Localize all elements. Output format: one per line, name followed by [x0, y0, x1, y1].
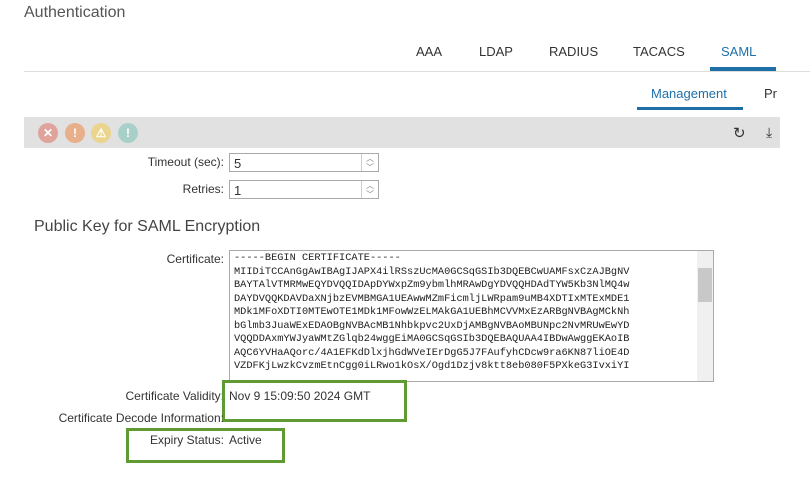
retries-label: Retries: [182, 182, 224, 196]
tab-tacacs[interactable]: TACACS [633, 44, 685, 59]
validity-label: Certificate Validity: [125, 389, 224, 403]
certificate-text: -----BEGIN CERTIFICATE----- MIIDiTCCAnGg… [234, 252, 630, 372]
refresh-icon[interactable]: ↻ [733, 124, 746, 142]
highlight-box-validity [222, 380, 407, 422]
timeout-value: 5 [234, 156, 242, 171]
timeout-stepper[interactable]: ︿ ﹀ [361, 154, 378, 172]
certificate-label: Certificate: [166, 252, 224, 266]
info-filter-icon[interactable]: ! [118, 123, 138, 143]
certificate-textarea[interactable]: -----BEGIN CERTIFICATE----- MIIDiTCCAnGg… [229, 250, 714, 382]
timeout-input[interactable]: 5 ︿ ﹀ [229, 153, 379, 172]
subtab-truncated[interactable]: Pr [764, 86, 777, 101]
error-filter-icon[interactable]: ✕ [38, 123, 58, 143]
retries-value: 1 [234, 183, 242, 198]
tab-ldap[interactable]: LDAP [479, 44, 513, 59]
scrollbar[interactable] [697, 251, 713, 381]
tab-aaa[interactable]: AAA [416, 44, 442, 59]
scrollbar-thumb[interactable] [698, 268, 712, 302]
warning-down-filter-icon[interactable]: ! [65, 123, 85, 143]
tab-saml[interactable]: SAML [721, 44, 756, 59]
section-title: Public Key for SAML Encryption [34, 218, 261, 235]
timeout-label: Timeout (sec): [147, 155, 224, 169]
subtab-management[interactable]: Management [651, 86, 727, 101]
page-title: Authentication [24, 4, 126, 21]
retries-stepper[interactable]: ︿ ﹀ [361, 181, 378, 199]
active-subtab-indicator [637, 107, 743, 110]
tab-radius[interactable]: RADIUS [549, 44, 598, 59]
highlight-box-expiry [126, 428, 285, 463]
tab-divider [24, 71, 810, 72]
warning-filter-icon[interactable]: ⚠ [91, 123, 111, 143]
decode-label: Certificate Decode Information: [58, 411, 224, 425]
retries-input[interactable]: 1 ︿ ﹀ [229, 180, 379, 199]
download-icon[interactable]: ⤓ [766, 124, 772, 141]
